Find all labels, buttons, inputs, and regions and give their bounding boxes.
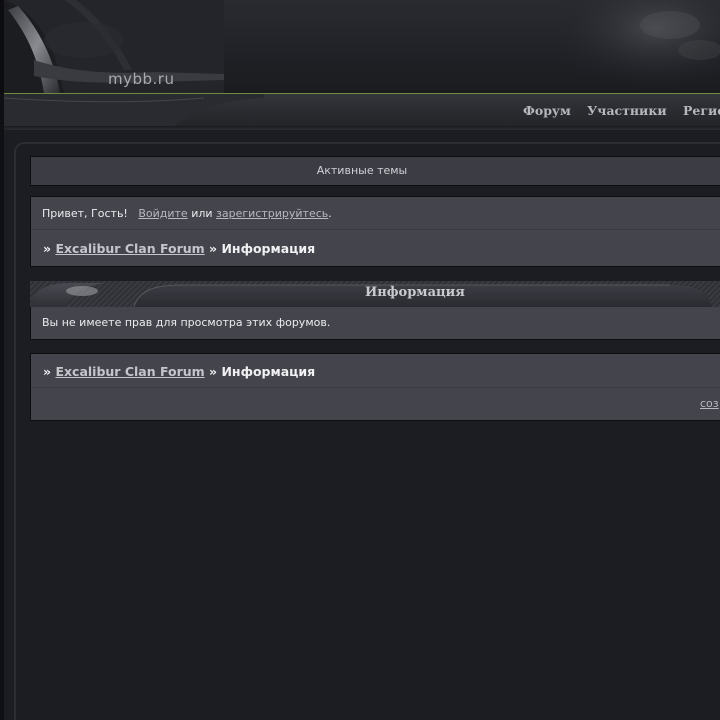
- active-topics-label: Активные темы: [316, 164, 408, 177]
- info-section-header: Информация: [30, 281, 720, 307]
- breadcrumb-separator: »: [43, 364, 52, 379]
- nav-divider: [4, 126, 720, 130]
- period-text: .: [328, 207, 332, 220]
- breadcrumb: » Excalibur Clan Forum » Информация: [43, 241, 315, 256]
- welcome-line: Привет, Гость! Войдите или зарегистрируй…: [42, 207, 332, 220]
- breadcrumb-separator: »: [43, 241, 52, 256]
- nav-forum-link[interactable]: Форум: [523, 103, 571, 118]
- bottom-panel: » Excalibur Clan Forum » Информация соз: [30, 353, 720, 421]
- left-frame-edge: [0, 93, 4, 720]
- info-message-panel: Вы не имеете прав для просмотра этих фор…: [30, 307, 720, 340]
- breadcrumb-forum-link[interactable]: Excalibur Clan Forum: [55, 364, 204, 379]
- nav-links: Форум Участники Регистра: [523, 103, 720, 118]
- greeting-text: Привет, Гость!: [42, 207, 128, 220]
- login-link[interactable]: Войдите: [138, 207, 187, 220]
- breadcrumb-forum-link[interactable]: Excalibur Clan Forum: [55, 241, 204, 256]
- nav-members-link[interactable]: Участники: [587, 103, 666, 118]
- active-topics-link[interactable]: Активные темы: [30, 156, 720, 186]
- divider: [31, 387, 720, 388]
- navbar-curve-graphic: [4, 94, 264, 126]
- forum-header: mybb.ru: [0, 0, 720, 93]
- info-title: Информация: [365, 285, 465, 300]
- breadcrumb-current: Информация: [221, 241, 316, 256]
- register-link[interactable]: зарегистрируйтесь: [216, 207, 328, 220]
- create-link[interactable]: соз: [700, 397, 719, 410]
- divider: [31, 229, 720, 230]
- site-logo[interactable]: mybb.ru: [108, 70, 174, 88]
- breadcrumb: » Excalibur Clan Forum » Информация: [43, 364, 315, 379]
- or-text: или: [191, 207, 213, 220]
- breadcrumb-separator: »: [209, 364, 218, 379]
- navigation-bar: Форум Участники Регистра: [4, 94, 720, 126]
- welcome-panel: Привет, Гость! Войдите или зарегистрируй…: [30, 196, 720, 267]
- breadcrumb-separator: »: [209, 241, 218, 256]
- header-smoke-graphic: [560, 0, 720, 93]
- page: mybb.ru Форум Участники Регистра Активны…: [0, 0, 720, 720]
- nav-register-link[interactable]: Регистра: [683, 103, 720, 118]
- info-message: Вы не имеете прав для просмотра этих фор…: [42, 316, 331, 329]
- breadcrumb-current: Информация: [221, 364, 316, 379]
